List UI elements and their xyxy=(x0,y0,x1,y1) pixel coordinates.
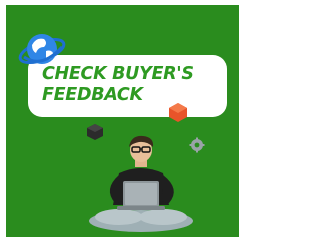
globe-icon xyxy=(18,34,66,65)
green-canvas: CHECK BUYER'S FEEDBACK xyxy=(6,5,239,237)
person-with-laptop-illustration xyxy=(89,135,193,232)
orange-cube-icon xyxy=(169,103,187,122)
thumbnail-frame: CHECK BUYER'S FEEDBACK xyxy=(0,0,245,243)
